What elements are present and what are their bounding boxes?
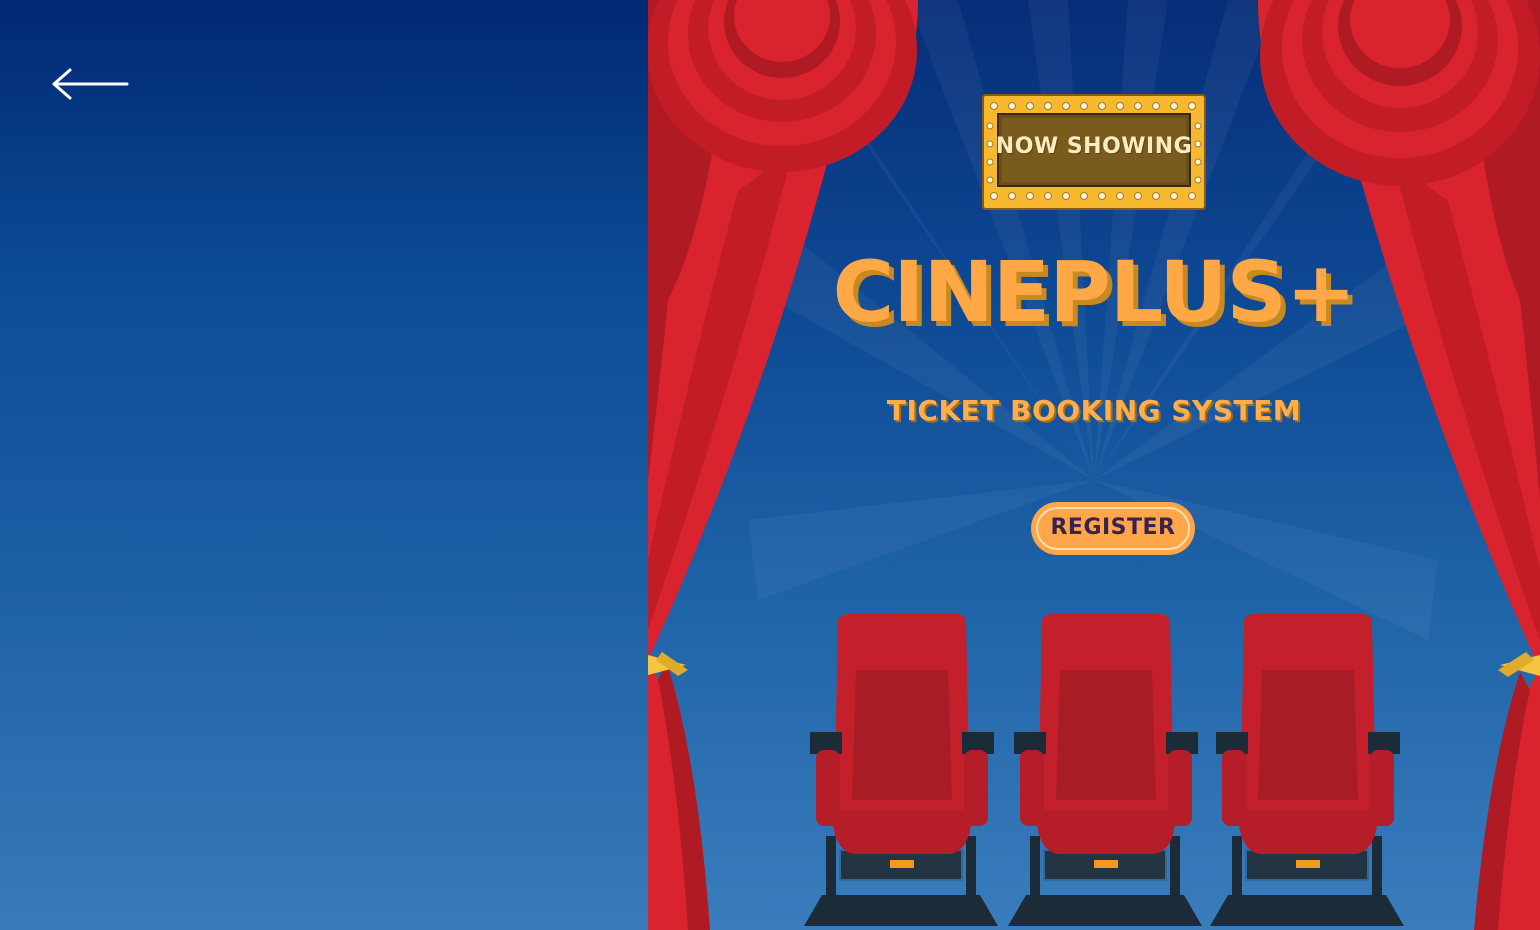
right-panel: NOW SHOWING CINEPLUS+ TICKET BOOKING SYS… <box>648 0 1540 930</box>
marquee-text: NOW SHOWING <box>995 134 1193 159</box>
register-button[interactable]: REGISTER <box>1031 502 1195 555</box>
back-button[interactable] <box>50 62 134 106</box>
register-landing-page: NOW SHOWING CINEPLUS+ TICKET BOOKING SYS… <box>0 0 1540 930</box>
arrow-left-icon <box>52 68 129 100</box>
left-panel <box>0 0 648 930</box>
red-curtain-icon <box>1258 0 1540 930</box>
red-curtain-icon <box>648 0 918 930</box>
register-button-label: REGISTER <box>1050 515 1176 540</box>
